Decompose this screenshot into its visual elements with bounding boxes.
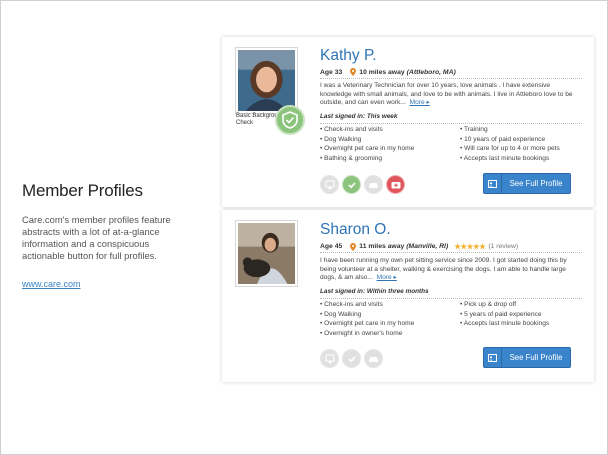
profile-location: (Manville, RI) xyxy=(406,243,449,250)
services-list-left: Check-ins and visits Dog Walking Overnig… xyxy=(320,300,460,338)
profile-location: (Attleboro, MA) xyxy=(406,68,456,76)
list-item: Overnight pet care in my home xyxy=(320,319,460,329)
meta-divider xyxy=(320,252,582,253)
profile-age: Age 33 xyxy=(320,68,343,76)
intro-title: Member Profiles xyxy=(22,181,143,200)
see-full-profile-label: See Full Profile xyxy=(509,179,563,188)
profile-name[interactable]: Sharon O. xyxy=(320,221,391,239)
list-item: Accepts last minute bookings xyxy=(460,319,590,329)
badge-row xyxy=(320,175,408,194)
profile-distance: 11 miles away xyxy=(359,243,405,250)
list-item: Bathing & grooming xyxy=(320,154,460,164)
care-link[interactable]: www.care.com xyxy=(22,279,81,289)
services-list-right: Pick up & drop off 5 years of paid exper… xyxy=(460,300,590,329)
certificate-icon[interactable] xyxy=(320,175,339,194)
profile-photo[interactable] xyxy=(235,47,298,114)
car-icon[interactable] xyxy=(364,175,383,194)
certificate-icon[interactable] xyxy=(320,349,339,368)
see-full-profile-button[interactable]: See Full Profile xyxy=(483,173,571,194)
profile-meta: Age 33 10 miles away (Attleboro, MA) xyxy=(320,68,456,76)
services-list-left: Check-ins and visits Dog Walking Overnig… xyxy=(320,125,460,163)
car-icon[interactable] xyxy=(364,349,383,368)
last-signed-in: Last signed in: This week xyxy=(320,113,398,120)
bio-text: I have been running my own pet sitting s… xyxy=(320,257,567,282)
list-item: Overnight pet care in my home xyxy=(320,144,460,154)
list-item: Pick up & drop off xyxy=(460,300,590,310)
services-list-right: Training 10 years of paid experience Wil… xyxy=(460,125,590,163)
check-shield-icon[interactable] xyxy=(342,349,361,368)
meta-divider xyxy=(320,78,582,79)
profile-bio: I was a Veterinary Technician for over 1… xyxy=(320,82,582,108)
profile-bio: I have been running my own pet sitting s… xyxy=(320,257,582,283)
more-link[interactable]: More ▸ xyxy=(377,274,397,281)
location-pin-icon xyxy=(350,68,357,76)
signed-divider xyxy=(320,298,582,299)
profile-card-sharon: Sharon O. Age 45 11 miles away (Manville… xyxy=(222,210,594,382)
list-item: 10 years of paid experience xyxy=(460,135,590,145)
profile-card-icon xyxy=(484,348,502,367)
list-item: Training xyxy=(460,125,590,135)
location-pin-icon xyxy=(350,242,357,251)
profile-photo-image xyxy=(238,50,295,111)
list-item: Will care for up to 4 or more pets xyxy=(460,144,590,154)
signed-divider xyxy=(320,123,582,124)
see-full-profile-button[interactable]: See Full Profile xyxy=(483,347,571,368)
list-item: Accepts last minute bookings xyxy=(460,154,590,164)
background-check-shield-icon xyxy=(275,105,305,135)
intro-description: Care.com's member profiles feature abstr… xyxy=(22,214,171,261)
profile-photo[interactable] xyxy=(235,220,298,287)
more-link[interactable]: More ▸ xyxy=(410,99,430,106)
review-count[interactable]: (1 review) xyxy=(488,243,518,250)
list-item: Check-ins and visits xyxy=(320,300,460,310)
profile-card-icon xyxy=(484,174,502,193)
list-item: 5 years of paid experience xyxy=(460,310,590,320)
more-label: More xyxy=(376,274,392,282)
profile-distance: 10 miles away xyxy=(359,68,405,76)
list-item: Dog Walking xyxy=(320,135,460,145)
last-signed-in: Last signed in: Within three months xyxy=(320,288,429,295)
badge-row xyxy=(320,349,386,368)
rating-stars-icon: ★★★★★ xyxy=(454,242,486,251)
bio-text: I was a Veterinary Technician for over 1… xyxy=(320,82,573,107)
more-label: More xyxy=(409,99,425,107)
check-shield-icon[interactable] xyxy=(342,175,361,194)
profile-age: Age 45 xyxy=(320,243,343,250)
see-full-profile-label: See Full Profile xyxy=(509,353,563,362)
profile-card-kathy: Basic Background Check Kathy P. Age 33 1… xyxy=(222,37,594,207)
list-item: Dog Walking xyxy=(320,310,460,320)
first-aid-icon[interactable] xyxy=(386,175,405,194)
profile-name[interactable]: Kathy P. xyxy=(320,47,377,65)
list-item: Overnight in owner's home xyxy=(320,329,460,339)
list-item: Check-ins and visits xyxy=(320,125,460,135)
profile-meta: Age 45 11 miles away (Manville, RI) ★★★★… xyxy=(320,242,518,251)
profile-photo-image xyxy=(238,223,295,284)
intro-panel: Member Profiles Care.com's member profil… xyxy=(22,181,182,292)
